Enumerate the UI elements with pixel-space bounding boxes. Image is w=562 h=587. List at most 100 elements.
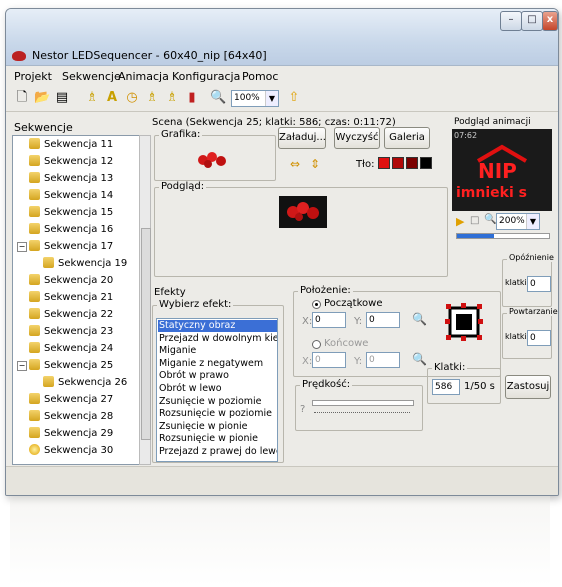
sequence-icon [29,342,40,353]
effect-item[interactable]: Rozsunięcie w pionie [159,433,258,445]
sidebar-item[interactable]: − Sekwencja 25 [17,359,113,375]
sidebar-item[interactable]: Sekwencja 13 [29,172,113,188]
start-position-radio[interactable] [312,300,321,309]
effect-item[interactable]: Zsunięcie w poziomie [159,396,262,408]
sidebar-item-label: Sekwencja 27 [44,394,114,405]
background-swatch-black[interactable] [420,157,432,169]
delete-icon[interactable]: ▮ [184,90,200,106]
flip-vertical-icon[interactable]: ⇕ [310,157,320,171]
stop-icon[interactable]: □ [470,215,479,226]
maximize-button[interactable]: □ [521,11,543,31]
sidebar-item[interactable]: Sekwencja 21 [29,291,113,307]
flip-horizontal-icon[interactable]: ⇔ [290,157,300,171]
sidebar-item[interactable]: Sekwencja 27 [29,393,113,409]
sidebar-item-label: Sekwencja 29 [44,428,114,439]
effects-title: Efekty [154,287,186,298]
menu-animacja[interactable]: Animacja [118,70,169,83]
speed-slider[interactable] [312,400,414,406]
sidebar-item[interactable]: Sekwencja 20 [29,274,113,290]
sidebar-item[interactable]: Sekwencja 14 [29,189,113,205]
clock-icon[interactable]: ◷ [124,90,140,106]
menu-pomoc[interactable]: Pomoc [242,70,278,83]
add-sequence-icon[interactable]: ♗ [144,90,160,106]
sidebar-item[interactable]: Sekwencja 26 [43,376,127,392]
background-swatch-red[interactable] [378,157,390,169]
sidebar-item[interactable]: Sekwencja 15 [29,206,113,222]
menu-sekwencje[interactable]: Sekwencje [62,70,121,83]
effect-item[interactable]: Statyczny obraz [158,320,277,332]
background-label: Tło: [356,159,375,170]
effect-item[interactable]: Miganie z negatywem [159,358,263,370]
save-icon[interactable]: ▤ [54,90,70,106]
menu-konfiguracja[interactable]: Konfiguracja [172,70,240,83]
effect-item[interactable]: Rozsunięcie w poziomie [159,408,272,420]
start-y-input[interactable]: 0 [366,312,400,328]
effect-item[interactable]: Miganie [159,345,196,357]
sequence-icon[interactable]: ♗ [84,90,100,106]
sidebar-item[interactable]: − Sekwencja 17 [17,240,113,256]
effect-item[interactable]: Przejazd w dowolnym kierunku [159,333,277,345]
effects-list[interactable]: Statyczny obrazPrzejazd w dowolnym kieru… [156,318,278,462]
chevron-down-icon[interactable]: ▼ [526,214,539,229]
end-y-input[interactable]: 0 [366,352,400,368]
sequence-panel: Sekwencje Sekwencja 11 Sekwencja 12 Sekwen… [12,117,151,465]
effect-item[interactable]: Obrót w lewo [159,383,222,395]
load-button[interactable]: Załaduj... [278,127,326,149]
minimize-button[interactable]: – [500,11,522,31]
gallery-button[interactable]: Galeria [384,127,430,149]
sequence-tree[interactable]: Sekwencja 11 Sekwencja 12 Sekwencja 13 Sekw… [12,135,140,465]
start-x-input[interactable]: 0 [312,312,346,328]
clear-button[interactable]: Wyczyść [334,127,380,149]
sidebar-item[interactable]: Sekwencja 19 [43,257,127,273]
end-y-label: Y: [354,356,363,367]
sidebar-item[interactable]: Sekwencja 24 [29,342,113,358]
sidebar-item[interactable]: Sekwencja 30 [29,444,113,460]
repeat-label: klatki: [505,332,530,341]
repeat-frame: Powtarzanie klatki: 0 [502,307,558,359]
pick-start-icon[interactable]: 🔍 [412,312,427,326]
pick-end-icon[interactable]: 🔍 [412,352,427,366]
background-swatch-maroon[interactable] [406,157,418,169]
sidebar-item[interactable]: Sekwencja 11 [29,138,113,154]
zoom-select[interactable]: 100% ▼ [231,90,279,107]
animation-preview-title: Podgląd animacji [454,117,531,127]
sidebar-item[interactable]: Sekwencja 12 [29,155,113,171]
zoom-preview-icon[interactable]: 🔍 [484,214,496,225]
repeat-input[interactable]: 0 [527,330,551,346]
collapse-icon[interactable]: − [17,361,27,371]
add-sequence-alt-icon[interactable]: ♗ [164,90,180,106]
effects-panel: Efekty Wybierz efekt: Statyczny obraz Prz… [150,281,285,463]
sidebar-item[interactable]: Sekwencja 16 [29,223,113,239]
close-button[interactable]: x [542,11,558,31]
sequence-icon [29,359,40,370]
play-icon[interactable]: ▶ [456,215,464,228]
sidebar-item[interactable]: Sekwencja 22 [29,308,113,324]
sidebar-item[interactable]: Sekwencja 23 [29,325,113,341]
sidebar-item-label: Sekwencja 30 [44,445,114,456]
sidebar-item[interactable]: Sekwencja 28 [29,410,113,426]
background-swatch-dark-red[interactable] [392,157,404,169]
anchor-grid-icon[interactable] [444,302,484,342]
animation-time: 07:62 [454,131,478,140]
effect-item[interactable]: Przejazd z prawej do lewej [159,446,277,458]
sidebar-item[interactable]: Sekwencja 29 [29,427,113,443]
frames-title: Klatki: [432,362,468,373]
sidebar-item-label: Sekwencja 19 [58,258,128,269]
delay-input[interactable]: 0 [527,276,551,292]
end-x-input[interactable]: 0 [312,352,346,368]
effect-item[interactable]: Zsunięcie w pionie [159,421,248,433]
preview-zoom-select[interactable]: 200% ▼ [496,213,540,230]
collapse-icon[interactable]: − [17,242,27,252]
effect-item[interactable]: Obrót w prawo [159,370,229,382]
menu-projekt[interactable]: Projekt [14,70,52,83]
up-arrow-icon[interactable]: ⇧ [286,90,302,106]
zoom-icon[interactable]: 🔍 [210,90,226,106]
end-position-radio[interactable] [312,340,321,349]
preview-progress [456,233,550,239]
new-file-icon[interactable]: 🗋 [14,90,30,106]
apply-button[interactable]: Zastosuj [505,375,551,399]
chevron-down-icon[interactable]: ▼ [265,91,278,106]
open-folder-icon[interactable]: 📂 [34,90,50,106]
text-a-icon[interactable]: A [104,90,120,106]
frames-input[interactable]: 586 [432,379,460,395]
